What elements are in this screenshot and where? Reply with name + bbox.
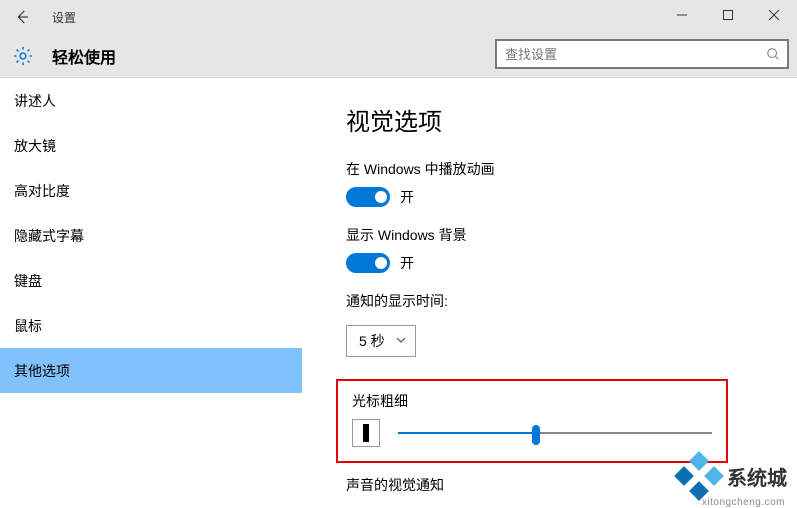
- section-title: 轻松使用: [52, 44, 116, 68]
- sidebar-item-keyboard[interactable]: 键盘: [0, 258, 302, 303]
- visual-sound-label: 声音的视觉通知: [346, 475, 763, 495]
- animations-label: 在 Windows 中播放动画: [346, 159, 763, 179]
- slider-thumb[interactable]: [532, 425, 540, 445]
- window-controls: [659, 0, 797, 30]
- sidebar-item-label: 隐藏式字幕: [14, 226, 84, 246]
- body: 讲述人 放大镜 高对比度 隐藏式字幕 键盘 鼠标 其他选项 视觉选项 在 Win…: [0, 78, 797, 506]
- notification-duration-select[interactable]: 5 秒: [346, 325, 416, 357]
- search-box[interactable]: [495, 39, 789, 69]
- minimize-icon: [676, 9, 688, 21]
- sidebar-item-closed-captions[interactable]: 隐藏式字幕: [0, 213, 302, 258]
- sidebar-item-label: 键盘: [14, 271, 42, 291]
- cursor-thickness-label: 光标粗细: [352, 391, 712, 411]
- animations-toggle-row: 开: [346, 187, 763, 207]
- sidebar-item-mouse[interactable]: 鼠标: [0, 303, 302, 348]
- maximize-icon: [722, 9, 734, 21]
- sidebar-item-label: 其他选项: [14, 361, 70, 381]
- sidebar-item-label: 放大镜: [14, 136, 56, 156]
- notification-duration-value: 5 秒: [359, 331, 385, 351]
- search-input[interactable]: [497, 47, 759, 62]
- maximize-button[interactable]: [705, 0, 751, 30]
- close-button[interactable]: [751, 0, 797, 30]
- sidebar-item-other-options[interactable]: 其他选项: [0, 348, 302, 393]
- toggle-knob: [375, 191, 387, 203]
- background-label: 显示 Windows 背景: [346, 225, 763, 245]
- sidebar-item-label: 鼠标: [14, 316, 42, 336]
- cursor-thickness-slider[interactable]: [398, 423, 712, 443]
- background-toggle-row: 开: [346, 253, 763, 273]
- sidebar: 讲述人 放大镜 高对比度 隐藏式字幕 键盘 鼠标 其他选项: [0, 78, 302, 506]
- cursor-thickness-row: [352, 419, 712, 447]
- sidebar-item-label: 高对比度: [14, 181, 70, 201]
- titlebar-bottom: 轻松使用: [0, 34, 797, 78]
- animations-state: 开: [400, 187, 414, 207]
- background-toggle[interactable]: [346, 253, 390, 273]
- sidebar-item-magnifier[interactable]: 放大镜: [0, 123, 302, 168]
- close-icon: [768, 9, 780, 21]
- page-heading: 视觉选项: [346, 102, 763, 137]
- content-pane: 视觉选项 在 Windows 中播放动画 开 显示 Windows 背景 开 通…: [302, 78, 797, 506]
- cursor-preview: [352, 419, 380, 447]
- search-icon: [759, 47, 787, 61]
- toggle-knob: [375, 257, 387, 269]
- chevron-down-icon: [395, 333, 407, 349]
- sidebar-item-high-contrast[interactable]: 高对比度: [0, 168, 302, 213]
- cursor-bar-icon: [363, 424, 369, 442]
- minimize-button[interactable]: [659, 0, 705, 30]
- titlebar: 设置 轻松使用: [0, 0, 797, 78]
- window-title: 设置: [52, 9, 76, 26]
- notification-duration-label: 通知的显示时间:: [346, 291, 763, 311]
- arrow-left-icon: [13, 8, 31, 26]
- back-button[interactable]: [2, 0, 42, 34]
- watermark-subtext: xitongcheng.com: [702, 497, 785, 508]
- animations-toggle[interactable]: [346, 187, 390, 207]
- sidebar-item-narrator[interactable]: 讲述人: [0, 78, 302, 123]
- cursor-thickness-highlight: 光标粗细: [336, 379, 728, 463]
- gear-icon: [12, 45, 34, 67]
- slider-track-fill: [398, 432, 536, 434]
- titlebar-top: 设置: [0, 0, 797, 34]
- sidebar-item-label: 讲述人: [14, 91, 56, 111]
- background-state: 开: [400, 253, 414, 273]
